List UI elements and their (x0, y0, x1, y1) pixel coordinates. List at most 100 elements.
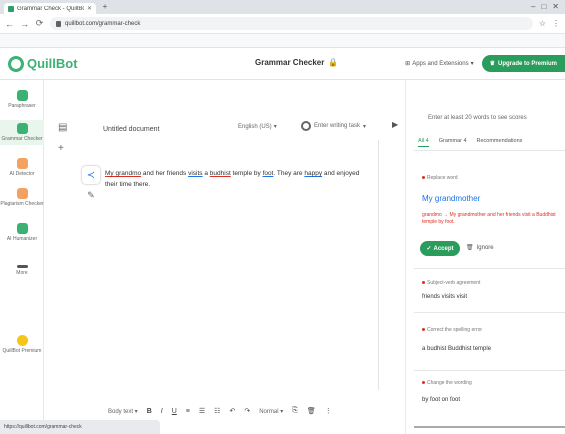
font-size-select[interactable]: Normal ▾ (259, 408, 283, 415)
ignore-button[interactable]: 🗑 Ignore (466, 244, 494, 252)
lock-icon (56, 20, 61, 27)
browser-menu-icon[interactable]: ⋮ (552, 19, 560, 28)
document-list-icon[interactable]: ▤ (58, 122, 67, 133)
sidebar-item-paraphraser[interactable]: Paraphraser (0, 90, 44, 109)
flagged-word[interactable]: happy (304, 170, 322, 177)
sidebar-item-label: AI Detector (9, 171, 35, 177)
italic-button[interactable]: I (161, 408, 163, 415)
paraphraser-icon (16, 90, 28, 101)
sidebar-item-grammar-checker[interactable]: Grammar Checker (0, 120, 44, 145)
divider (414, 268, 565, 269)
editor-text-segment: and her friends (141, 170, 189, 177)
upgrade-label: Upgrade to Premium (497, 60, 557, 67)
suggestion-tabs: All 4 Grammar 4 Recommendations (418, 138, 522, 147)
sidebar-item-ai-humanizer[interactable]: AI Humanizer (0, 223, 44, 242)
sidebar-item-more[interactable]: More (0, 265, 44, 276)
minimize-icon[interactable]: – (531, 2, 535, 11)
grammar-icon (16, 123, 28, 134)
editor-text-segment: temple by (230, 170, 263, 177)
upgrade-button[interactable]: ♛ Upgrade to Premium (481, 55, 565, 72)
card-label-spelling[interactable]: Correct the spelling error (422, 327, 482, 333)
quillbot-favicon-icon (8, 5, 14, 12)
editor-text-segment: a (202, 170, 210, 177)
forward-icon[interactable]: → (20, 19, 29, 29)
numbered-list-icon[interactable]: ☷ (214, 407, 220, 415)
ignore-label: Ignore (476, 244, 494, 251)
document-actions: ▤ + (58, 122, 67, 154)
sidebar: Paraphraser Grammar Checker AI Detector … (0, 80, 44, 420)
flagged-word[interactable]: My grandmo (105, 170, 141, 177)
panel-scrollbar[interactable] (414, 426, 565, 428)
divider (414, 370, 565, 371)
writing-task-select[interactable]: Enter writing task ▾ (301, 121, 366, 131)
card-label-wording[interactable]: Change the wording (422, 380, 472, 386)
back-icon[interactable]: ← (5, 19, 14, 29)
writing-task-label: Enter writing task (314, 123, 361, 129)
chevron-down-icon: ▾ (363, 123, 367, 130)
editor-divider (378, 140, 379, 390)
suggestion-description: grandmo → My grandmother and her friends… (422, 212, 556, 225)
document-title[interactable]: Untitled document (103, 126, 159, 133)
paragraph-style-select[interactable]: Body text ▾ (108, 408, 138, 415)
more-options-icon[interactable]: ⋮ (325, 407, 332, 415)
error-dot-icon (422, 281, 425, 284)
page-title-text: Grammar Checker (255, 58, 325, 67)
browser-tab[interactable]: Grammar Check - QuillBot ✕ (4, 3, 96, 14)
strikethrough-icon[interactable]: ≡ (186, 408, 190, 415)
card-preview[interactable]: friends visits visit (422, 294, 467, 300)
page-title: Grammar Checker 🔒 (255, 58, 338, 67)
add-document-icon[interactable]: + (58, 143, 67, 154)
apps-extensions-label: Apps and Extensions (412, 60, 469, 67)
card-label-agreement[interactable]: Subject-verb agreement (422, 280, 480, 286)
delete-icon[interactable]: 🗑 (307, 407, 316, 415)
tab-all[interactable]: All 4 (418, 138, 429, 147)
card-preview[interactable]: a budhist Buddhist temple (422, 346, 491, 352)
card-preview[interactable]: by foot on foot (422, 397, 460, 403)
flagged-word[interactable]: budhist (210, 170, 231, 177)
tab-recommendations[interactable]: Recommendations (477, 138, 523, 147)
editor-text-area[interactable]: My grandmo and her friends visits a budh… (105, 168, 373, 190)
chevron-down-icon: ▾ (470, 61, 474, 67)
new-tab-icon[interactable]: + (100, 2, 110, 12)
error-dot-icon (422, 328, 425, 331)
bookmark-star-icon[interactable]: ☆ (539, 19, 546, 28)
accept-button[interactable]: ✓ Accept (420, 241, 460, 256)
sidebar-item-label: Plagiarism Checker (0, 201, 44, 207)
divider (414, 312, 565, 313)
sidebar-item-plagiarism-checker[interactable]: Plagiarism Checker (0, 188, 44, 207)
close-window-icon[interactable]: ✕ (552, 2, 559, 11)
collapse-panel-icon[interactable]: ▶ (392, 120, 398, 129)
quillbot-logo[interactable]: QuillBot (8, 55, 78, 72)
sidebar-item-label: Paraphraser (8, 103, 36, 109)
reload-icon[interactable]: ⟳ (35, 18, 44, 29)
trash-icon: 🗑 (466, 245, 474, 251)
sidebar-item-premium[interactable]: QuillBot Premium (0, 335, 44, 354)
undo-icon[interactable]: ↶ (229, 407, 235, 415)
share-icon[interactable]: ≺ (82, 166, 100, 184)
redo-icon[interactable]: ↷ (244, 407, 250, 415)
tab-grammar[interactable]: Grammar 4 (439, 138, 467, 147)
target-icon (301, 121, 311, 131)
flagged-word[interactable]: visits (188, 170, 202, 177)
underline-button[interactable]: U (172, 408, 177, 415)
apps-extensions-link[interactable]: ⊞ Apps and Extensions ▾ (405, 60, 474, 68)
copy-icon[interactable]: ⎘ (292, 407, 298, 415)
bold-button[interactable]: B (147, 408, 152, 415)
suggestions-panel: Enter at least 20 words to see scores Al… (405, 80, 565, 434)
address-bar[interactable]: quillbot.com/grammar-check (50, 17, 533, 30)
maximize-icon[interactable]: □ (541, 2, 546, 11)
language-label: English (US) (238, 123, 272, 130)
language-select[interactable]: English (US) ▾ (238, 123, 277, 131)
pen-icon[interactable]: ✎ (87, 190, 95, 201)
bullet-list-icon[interactable]: ☰ (199, 407, 205, 415)
browser-infobar (0, 34, 565, 48)
close-tab-icon[interactable]: ✕ (87, 5, 92, 12)
suggestion-text: My grandmother (422, 194, 481, 203)
crown-icon: ♛ (489, 61, 495, 67)
flagged-word[interactable]: foot (263, 170, 274, 177)
browser-tab-bar: Grammar Check - QuillBot ✕ + – □ ✕ (0, 0, 565, 14)
sidebar-item-label: Grammar Checker (1, 136, 43, 142)
app-header: QuillBot Grammar Checker 🔒 ⊞ Apps and Ex… (0, 48, 565, 80)
more-icon (16, 265, 28, 268)
sidebar-item-ai-detector[interactable]: AI Detector (0, 158, 44, 177)
